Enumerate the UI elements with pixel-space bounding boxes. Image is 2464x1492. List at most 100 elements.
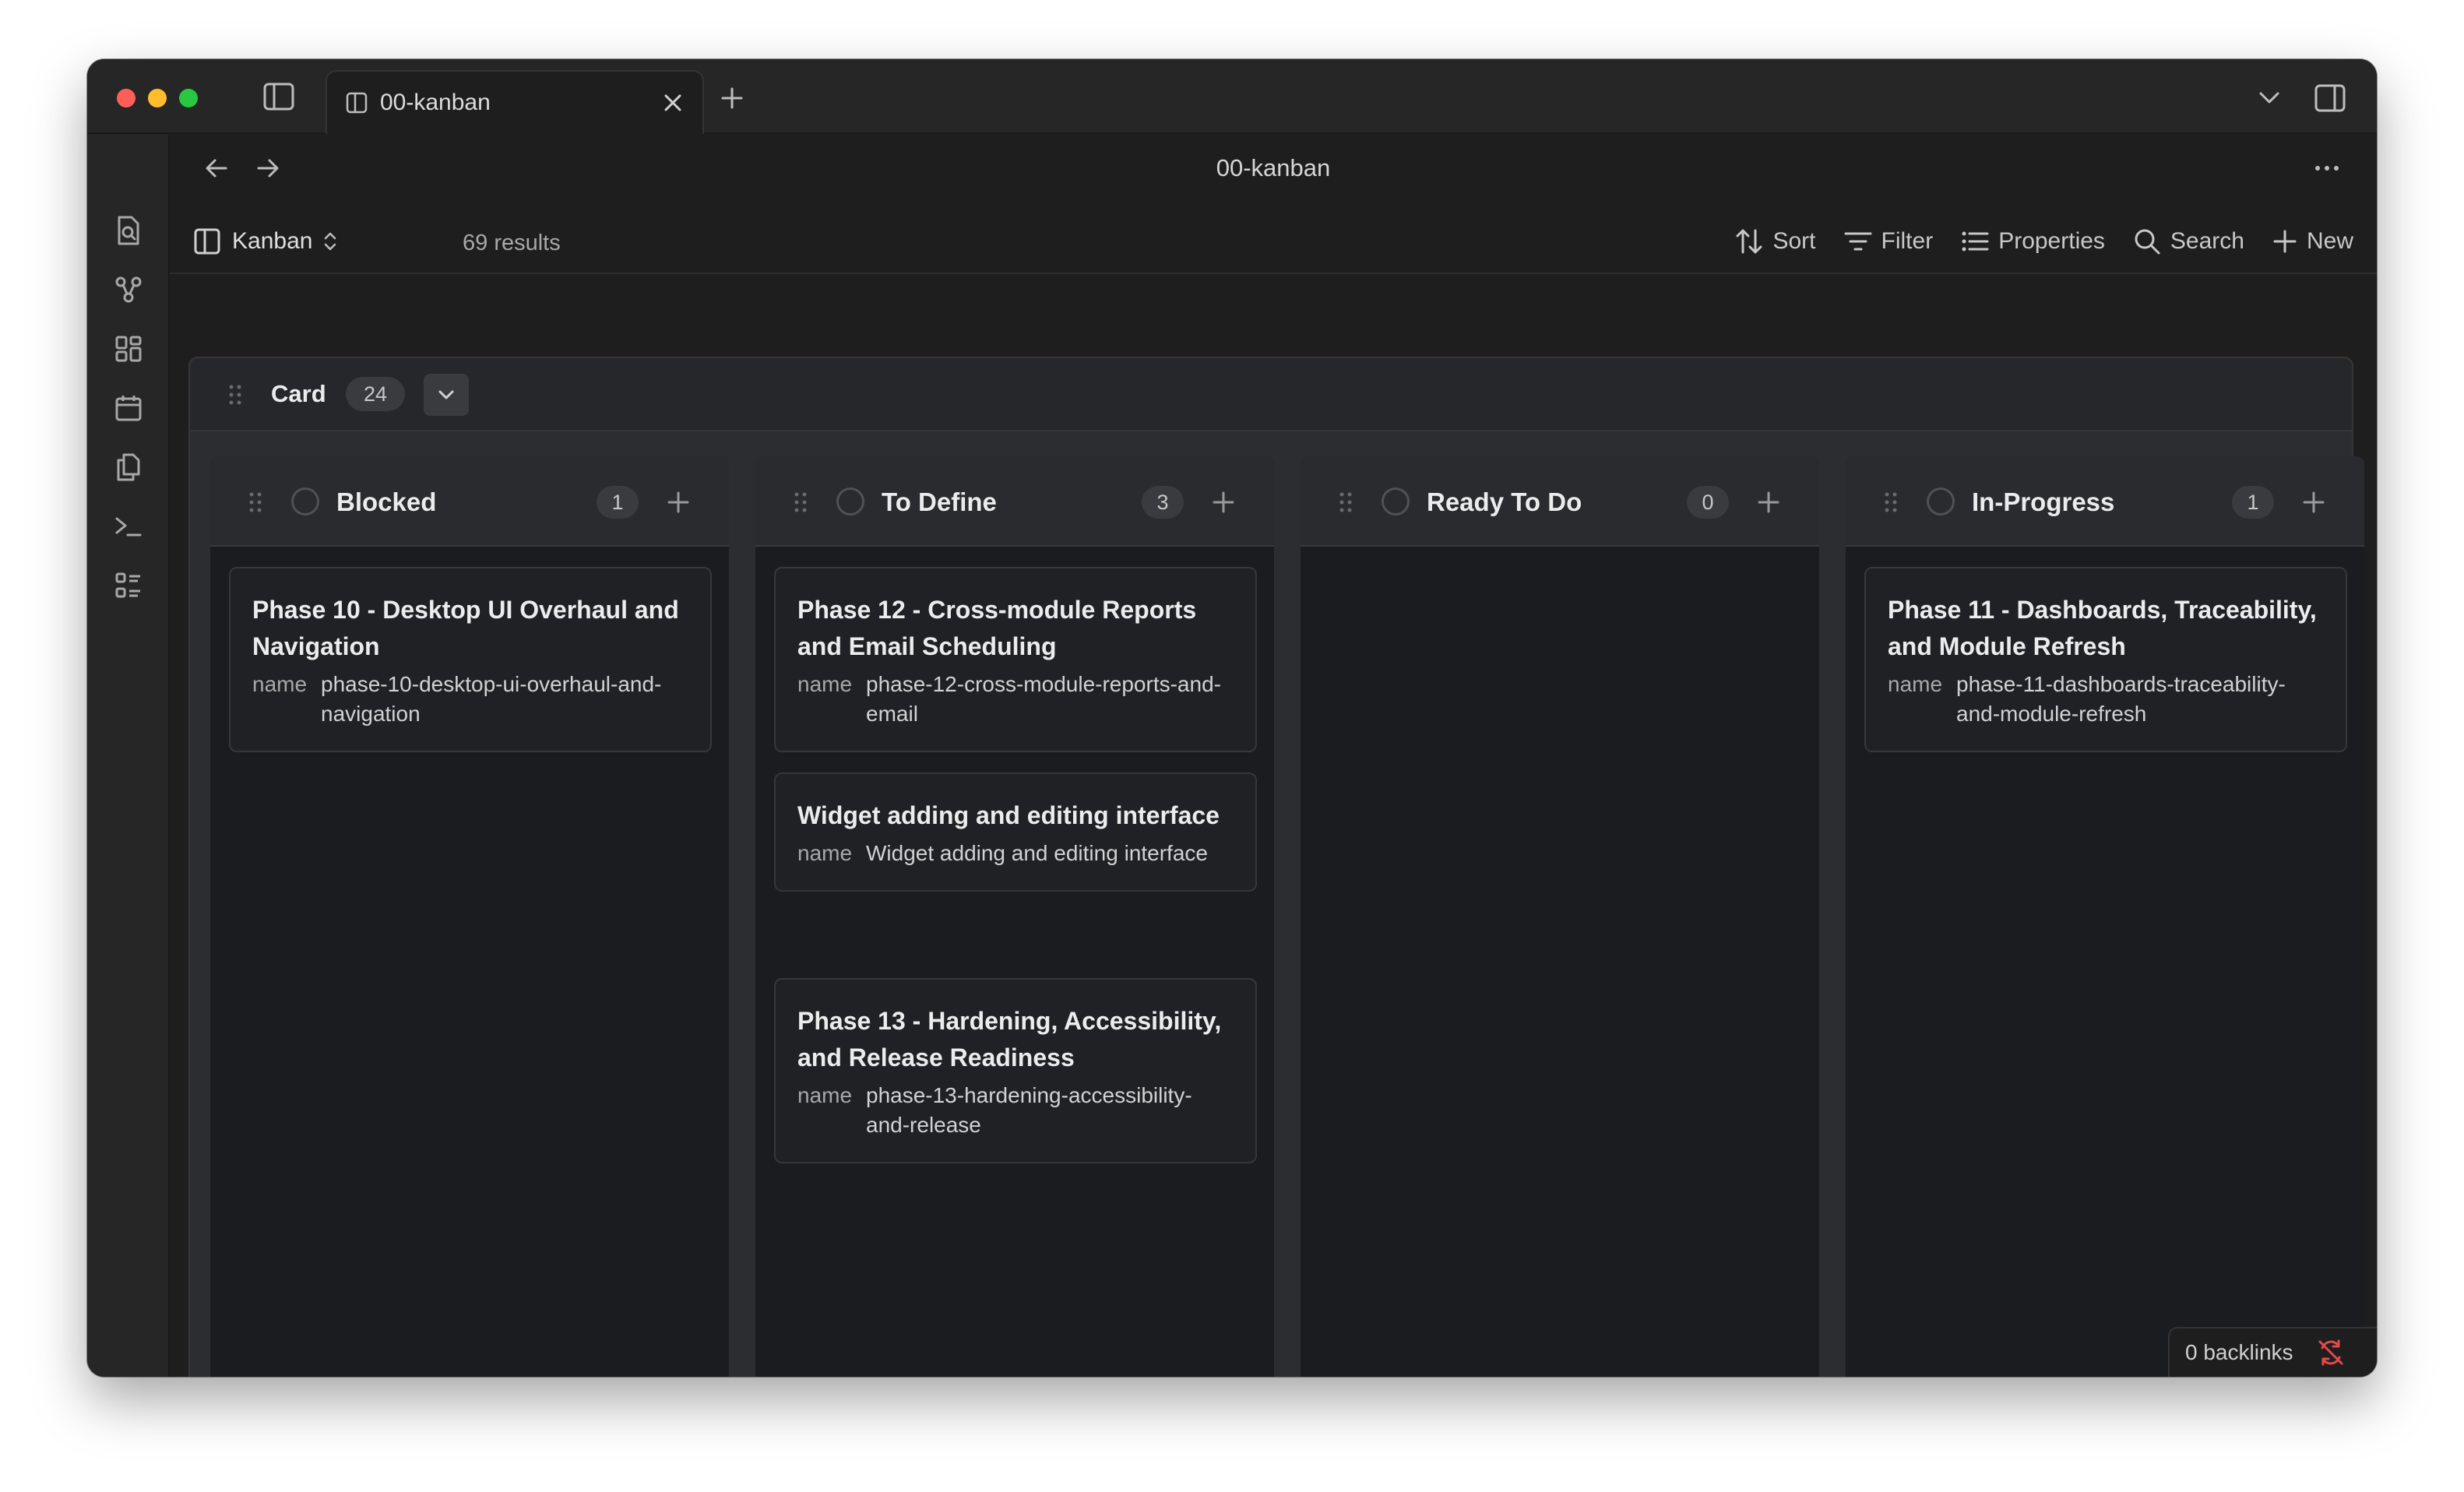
search-button[interactable]: Search bbox=[2133, 227, 2244, 255]
backlinks-status[interactable]: 0 backlinks bbox=[2168, 1327, 2377, 1377]
column-header: Blocked 1 bbox=[210, 456, 729, 547]
card-title: Phase 11 - Dashboards, Traceability, and… bbox=[1888, 596, 2317, 660]
tab-00-kanban[interactable]: 00-kanban bbox=[326, 70, 704, 134]
column-header: To Define 3 bbox=[755, 456, 1274, 547]
kanban-card[interactable]: Widget adding and editing interface name… bbox=[774, 772, 1257, 892]
properties-button[interactable]: Properties bbox=[1961, 228, 2105, 255]
search-label: Search bbox=[2170, 228, 2244, 254]
column-title: Ready To Do bbox=[1427, 487, 1582, 516]
property-key: name bbox=[252, 672, 308, 696]
calendar-icon[interactable] bbox=[111, 391, 146, 425]
minimize-window-button[interactable] bbox=[148, 89, 167, 107]
property-value: phase-10-desktop-ui-overhaul-and-navigat… bbox=[321, 672, 662, 726]
property-key: name bbox=[1888, 672, 1943, 696]
bases-toolbar: Kanban 69 results Sort Filter Properties… bbox=[170, 212, 2377, 274]
card-title: Phase 13 - Hardening, Accessibility, and… bbox=[797, 1007, 1222, 1071]
property-key: name bbox=[797, 841, 853, 865]
drag-handle-icon[interactable] bbox=[227, 383, 243, 406]
properties-list-icon bbox=[1961, 230, 1989, 253]
group-title: Card bbox=[271, 380, 326, 407]
new-button[interactable]: New bbox=[2272, 228, 2353, 255]
column-count-badge: 1 bbox=[597, 486, 639, 519]
card-title: Phase 10 - Desktop UI Overhaul and Navig… bbox=[252, 596, 679, 660]
property-value: phase-12-cross-module-reports-and-email bbox=[866, 672, 1221, 726]
search-icon bbox=[2133, 227, 2161, 255]
column-to-define: To Define 3 Phase 12 - Cross-module Repo… bbox=[755, 456, 1274, 1377]
title-bar: 00-kanban bbox=[87, 59, 2377, 134]
add-card-plus-icon[interactable] bbox=[1752, 486, 1785, 519]
drag-handle-icon[interactable] bbox=[793, 491, 808, 514]
column-status-circle-icon[interactable] bbox=[291, 487, 319, 516]
sidebar-toggle-icon[interactable] bbox=[262, 81, 296, 112]
bases-tab-icon bbox=[346, 92, 368, 114]
close-icon[interactable] bbox=[660, 90, 685, 115]
results-count: 69 results bbox=[463, 230, 561, 255]
drag-handle-icon[interactable] bbox=[248, 491, 263, 514]
search-file-icon[interactable] bbox=[111, 213, 146, 248]
card-title: Widget adding and editing interface bbox=[797, 801, 1220, 829]
group-collapse-chevron-down-icon[interactable] bbox=[424, 374, 469, 416]
graph-icon[interactable] bbox=[111, 273, 146, 307]
kanban-board: Card 24 Blocked 1 Phase 10 - Desktop UI … bbox=[188, 357, 2364, 1377]
filter-label: Filter bbox=[1881, 228, 1934, 254]
column-title: To Define bbox=[882, 487, 997, 516]
column-title: Blocked bbox=[336, 487, 437, 516]
card-title: Phase 12 - Cross-module Reports and Emai… bbox=[797, 596, 1197, 660]
view-switcher[interactable]: Kanban bbox=[193, 221, 337, 262]
copy-icon[interactable] bbox=[111, 450, 146, 484]
column-count-badge: 0 bbox=[1687, 486, 1729, 519]
column-header: Ready To Do 0 bbox=[1301, 456, 1819, 547]
new-tab-plus-icon[interactable] bbox=[716, 83, 748, 114]
card-property: name phase-10-desktop-ui-overhaul-and-na… bbox=[252, 670, 688, 729]
more-options-icon[interactable] bbox=[2310, 153, 2344, 184]
column-status-circle-icon[interactable] bbox=[1927, 487, 1955, 516]
app-window: 00-kanban 00-kanban Kanban 69 results So… bbox=[87, 59, 2377, 1377]
view-label: Kanban bbox=[232, 228, 313, 254]
tab-list-chevron-down-icon[interactable] bbox=[2254, 83, 2285, 114]
column-count-badge: 1 bbox=[2232, 486, 2274, 519]
sort-button[interactable]: Sort bbox=[1735, 227, 1816, 255]
bases-icon[interactable] bbox=[111, 332, 146, 366]
filter-icon bbox=[1844, 230, 1872, 253]
group-count-badge: 24 bbox=[346, 377, 405, 411]
group-header: Card 24 bbox=[190, 358, 2352, 431]
property-value: phase-11-dashboards-traceability-and-mod… bbox=[1956, 672, 2286, 726]
view-header-title: 00-kanban bbox=[1216, 154, 1331, 181]
new-label: New bbox=[2306, 228, 2353, 254]
sync-error-icon[interactable] bbox=[2317, 1339, 2345, 1367]
column-status-circle-icon[interactable] bbox=[1382, 487, 1410, 516]
chevron-up-down-icon bbox=[323, 230, 337, 252]
terminal-icon[interactable] bbox=[111, 509, 146, 544]
right-sidebar-toggle-icon[interactable] bbox=[2313, 81, 2347, 115]
add-card-plus-icon[interactable] bbox=[1207, 486, 1240, 519]
sort-label: Sort bbox=[1772, 228, 1816, 254]
kanban-card[interactable]: Phase 13 - Hardening, Accessibility, and… bbox=[774, 978, 1257, 1163]
column-title: In-Progress bbox=[1972, 487, 2115, 516]
property-key: name bbox=[797, 1083, 853, 1107]
drag-handle-icon[interactable] bbox=[1338, 491, 1353, 514]
list-icon[interactable] bbox=[111, 568, 146, 603]
column-blocked: Blocked 1 Phase 10 - Desktop UI Overhaul… bbox=[210, 456, 729, 1377]
kanban-card[interactable]: Phase 11 - Dashboards, Traceability, and… bbox=[1864, 567, 2347, 752]
tab-label: 00-kanban bbox=[380, 90, 491, 115]
card-property: name Widget adding and editing interface bbox=[797, 839, 1234, 868]
card-property: name phase-12-cross-module-reports-and-e… bbox=[797, 670, 1234, 729]
add-card-plus-icon[interactable] bbox=[662, 486, 695, 519]
properties-label: Properties bbox=[1998, 228, 2105, 254]
filter-button[interactable]: Filter bbox=[1844, 228, 1934, 255]
column-header: In-Progress 1 bbox=[1846, 456, 2364, 547]
column-status-circle-icon[interactable] bbox=[836, 487, 864, 516]
column-in-progress: In-Progress 1 Phase 11 - Dashboards, Tra… bbox=[1846, 456, 2364, 1377]
zoom-window-button[interactable] bbox=[179, 89, 198, 107]
close-window-button[interactable] bbox=[117, 89, 136, 107]
kanban-card[interactable]: Phase 10 - Desktop UI Overhaul and Navig… bbox=[229, 567, 712, 752]
property-key: name bbox=[797, 672, 853, 696]
main-content: 00-kanban Kanban 69 results Sort Filter … bbox=[170, 134, 2377, 1377]
drag-handle-icon[interactable] bbox=[1883, 491, 1899, 514]
property-value: Widget adding and editing interface bbox=[866, 841, 1208, 865]
kanban-card[interactable]: Phase 12 - Cross-module Reports and Emai… bbox=[774, 567, 1257, 752]
toolbar-actions: Sort Filter Properties Search New bbox=[1735, 221, 2353, 262]
column-count-badge: 3 bbox=[1142, 486, 1184, 519]
column-ready-to-do: Ready To Do 0 bbox=[1301, 456, 1819, 1377]
add-card-plus-icon[interactable] bbox=[2297, 486, 2330, 519]
